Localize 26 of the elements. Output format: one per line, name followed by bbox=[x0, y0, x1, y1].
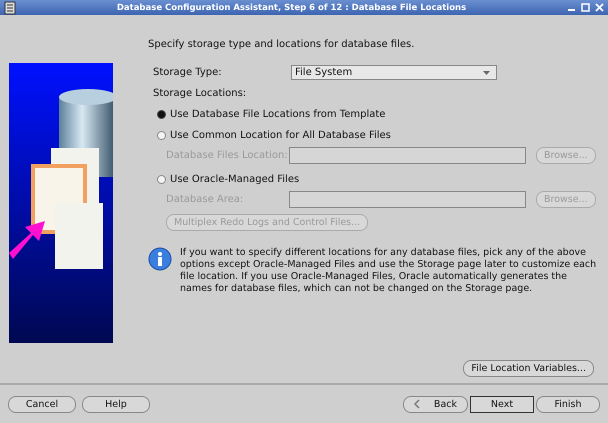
info-icon bbox=[148, 247, 172, 271]
footer-button[interactable]: Cancel bbox=[8, 396, 76, 412]
storage-type-dropdown[interactable]: File System bbox=[291, 65, 497, 80]
storage-locations-label: Storage Locations: bbox=[153, 88, 248, 99]
window-title: Database Configuration Assistant, Step 6 of 12 : Database File Locations bbox=[116, 2, 468, 12]
maximize-icon[interactable] bbox=[581, 3, 590, 12]
finish-button[interactable]: Finish bbox=[536, 396, 600, 412]
app-icon bbox=[4, 0, 16, 14]
storage-type-label: Storage Type: bbox=[152, 67, 223, 78]
footer-button[interactable]: Help bbox=[82, 396, 150, 412]
radio-label[interactable]: Use Common Location for All Database Files bbox=[170, 130, 391, 141]
path-input-field[interactable] bbox=[289, 147, 526, 164]
back-button[interactable]: Back bbox=[402, 396, 468, 412]
radio-label[interactable]: Use Oracle-Managed Files bbox=[170, 174, 300, 185]
radio-button[interactable] bbox=[157, 110, 166, 119]
info-text: If you want to specify different locations for any database files, pick any of the above options except Oracle-Managed Files and use the Storage page later to customize each file location. If you use Oracle-Managed Files, Oracle automatically generates the names for database files, which can not be changed on the Storage page. bbox=[180, 247, 598, 295]
close-icon[interactable] bbox=[595, 3, 604, 12]
radio-button[interactable] bbox=[157, 131, 166, 140]
radio-button[interactable] bbox=[157, 175, 166, 184]
radio-label[interactable]: Use Database File Locations from Template bbox=[170, 109, 386, 120]
instruction-text: Specify storage type and locations for database files. bbox=[148, 39, 416, 50]
path-input-field[interactable] bbox=[289, 191, 526, 208]
left-chevron-icon bbox=[414, 399, 420, 409]
next-button[interactable]: Next bbox=[470, 396, 534, 412]
file-location-variables-button[interactable]: File Location Variables... bbox=[463, 360, 594, 377]
dropdown-arrow-icon bbox=[483, 70, 490, 74]
